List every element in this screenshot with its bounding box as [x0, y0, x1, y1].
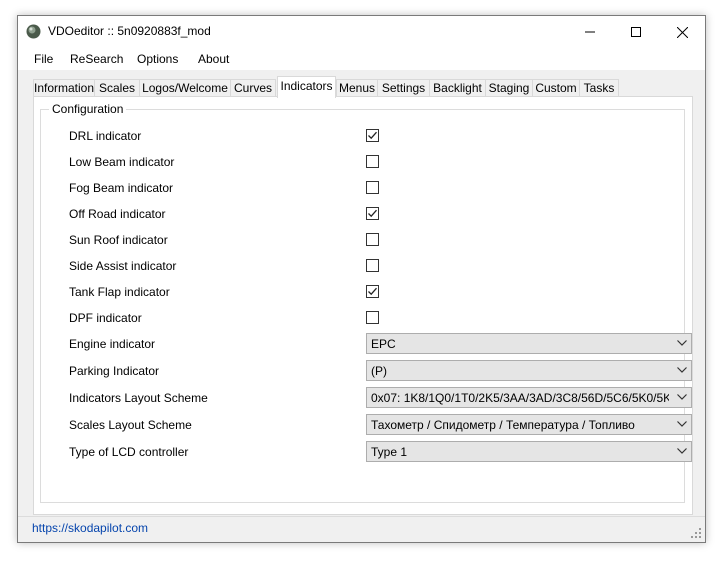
low-beam-indicator-checkbox[interactable]	[366, 155, 379, 168]
close-icon	[676, 26, 688, 38]
window-title: VDOeditor :: 5n0920883f_mod	[48, 24, 211, 38]
tab-settings[interactable]: Settings	[377, 79, 430, 97]
app-logo-icon[interactable]	[26, 24, 41, 39]
tank-flap-indicator-checkbox[interactable]	[366, 285, 379, 298]
chevron-down-icon	[677, 421, 687, 427]
maximize-button[interactable]	[613, 16, 659, 48]
menu-bar: File ReSearch Options About	[18, 48, 705, 70]
scales-layout-scheme-label: Scales Layout Scheme	[69, 418, 192, 432]
tab-strip: Information Scales Logos/Welcome Curves …	[18, 70, 705, 98]
checkmark-icon	[368, 131, 377, 140]
dpf-indicator-checkbox[interactable]	[366, 311, 379, 324]
lcd-controller-type-value: Type 1	[371, 445, 408, 459]
tab-backlight[interactable]: Backlight	[429, 79, 486, 97]
chevron-down-icon	[677, 367, 687, 373]
fog-beam-indicator-checkbox[interactable]	[366, 181, 379, 194]
tab-curves[interactable]: Curves	[230, 79, 276, 97]
indicators-layout-scheme-label: Indicators Layout Scheme	[69, 391, 208, 405]
menu-about[interactable]: About	[198, 52, 229, 66]
menu-file[interactable]: File	[34, 52, 53, 66]
dpf-indicator-label: DPF indicator	[69, 311, 142, 325]
parking-indicator-label: Parking Indicator	[69, 364, 160, 378]
close-button[interactable]	[659, 16, 705, 48]
title-bar[interactable]: VDOeditor :: 5n0920883f_mod	[18, 16, 705, 48]
indicators-panel: Configuration DRL indicator Low Beam ind…	[33, 96, 693, 515]
tab-logos-welcome[interactable]: Logos/Welcome	[139, 79, 231, 97]
maximize-icon	[631, 27, 641, 37]
low-beam-indicator-label: Low Beam indicator	[69, 155, 175, 169]
parking-indicator-select[interactable]: (P)	[366, 360, 692, 381]
drl-indicator-label: DRL indicator	[69, 129, 142, 143]
tab-tasks[interactable]: Tasks	[579, 79, 619, 97]
lcd-controller-type-select[interactable]: Type 1	[366, 441, 692, 462]
tab-information[interactable]: Information	[33, 79, 95, 97]
indicators-layout-scheme-value: 0x07: 1K8/1Q0/1T0/2K5/3AA/3AD/3C8/56D/5C…	[371, 391, 669, 405]
indicators-layout-scheme-select[interactable]: 0x07: 1K8/1Q0/1T0/2K5/3AA/3AD/3C8/56D/5C…	[366, 387, 692, 408]
lcd-controller-type-label: Type of LCD controller	[69, 445, 189, 459]
parking-indicator-value: (P)	[371, 364, 387, 378]
chevron-down-icon	[677, 448, 687, 454]
checkmark-icon	[368, 287, 377, 296]
side-assist-indicator-checkbox[interactable]	[366, 259, 379, 272]
engine-indicator-value: EPC	[371, 337, 396, 351]
minimize-icon	[585, 31, 595, 33]
minimize-button[interactable]	[567, 16, 613, 48]
status-bar: https://skodapilot.com	[18, 516, 705, 542]
menu-research[interactable]: ReSearch	[70, 52, 123, 66]
scales-layout-scheme-value: Тахометр / Спидометр / Температура / Топ…	[371, 418, 635, 432]
engine-indicator-select[interactable]: EPC	[366, 333, 692, 354]
menu-options[interactable]: Options	[137, 52, 178, 66]
tank-flap-indicator-label: Tank Flap indicator	[69, 285, 170, 299]
resize-grip-icon[interactable]	[691, 528, 701, 538]
engine-indicator-label: Engine indicator	[69, 337, 156, 351]
tab-menus[interactable]: Menus	[336, 79, 378, 97]
off-road-indicator-label: Off Road indicator	[69, 207, 166, 221]
side-assist-indicator-label: Side Assist indicator	[69, 259, 177, 273]
website-link[interactable]: https://skodapilot.com	[32, 521, 148, 535]
fog-beam-indicator-label: Fog Beam indicator	[69, 181, 174, 195]
off-road-indicator-checkbox[interactable]	[366, 207, 379, 220]
configuration-title: Configuration	[49, 102, 127, 116]
sun-roof-indicator-checkbox[interactable]	[366, 233, 379, 246]
checkmark-icon	[368, 209, 377, 218]
chevron-down-icon	[677, 394, 687, 400]
tab-custom[interactable]: Custom	[532, 79, 580, 97]
app-window: VDOeditor :: 5n0920883f_mod File ReSearc…	[17, 15, 706, 543]
sun-roof-indicator-label: Sun Roof indicator	[69, 233, 168, 247]
tab-indicators[interactable]: Indicators	[277, 76, 336, 98]
tab-staging[interactable]: Staging	[485, 79, 533, 97]
chevron-down-icon	[677, 340, 687, 346]
tab-scales[interactable]: Scales	[94, 79, 140, 97]
drl-indicator-checkbox[interactable]	[366, 129, 379, 142]
scales-layout-scheme-select[interactable]: Тахометр / Спидометр / Температура / Топ…	[366, 414, 692, 435]
